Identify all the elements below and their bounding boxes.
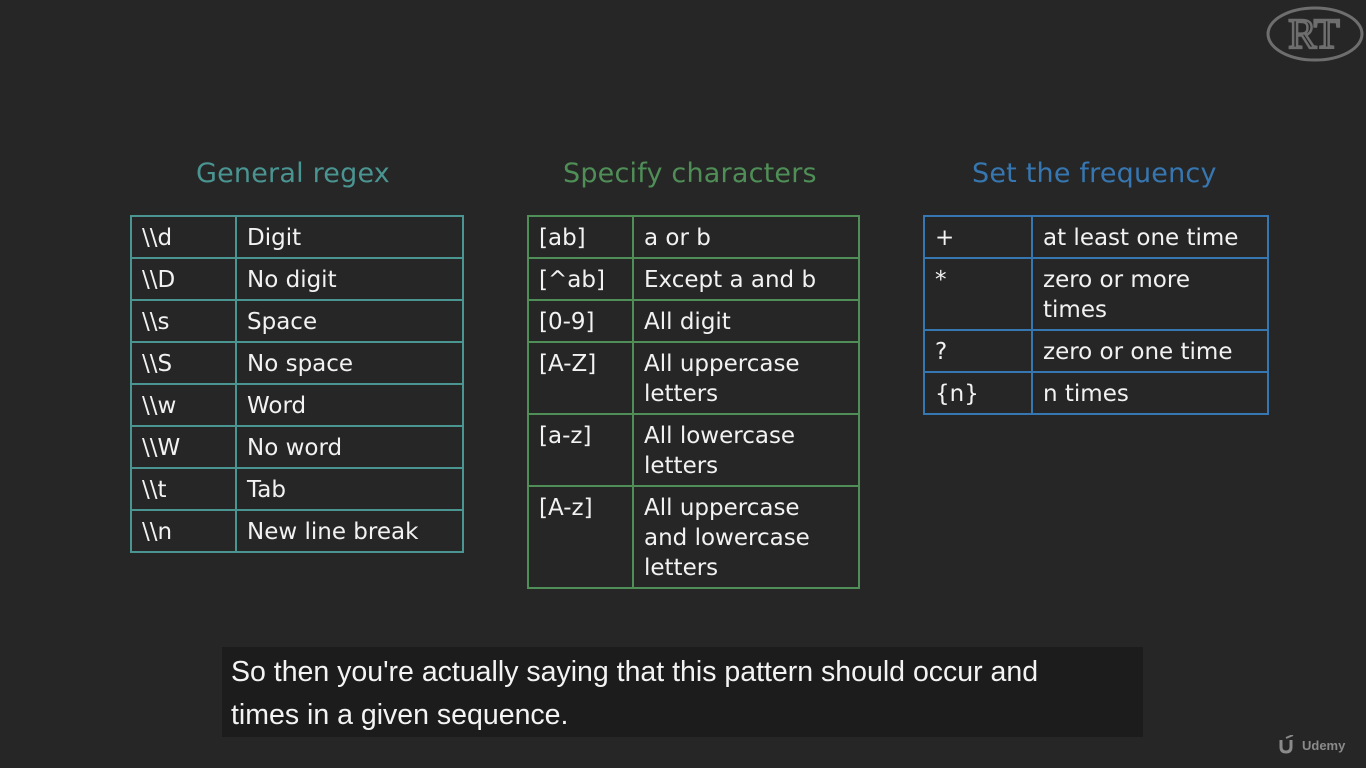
regex-token: \\S [130, 341, 237, 385]
table-row: \\D No digit [130, 257, 464, 301]
regex-token: \\n [130, 509, 237, 553]
regex-token: {n} [923, 371, 1033, 415]
regex-token: * [923, 257, 1033, 331]
table-row: \\n New line break [130, 509, 464, 553]
regex-token: \\D [130, 257, 237, 301]
regex-token: + [923, 215, 1033, 259]
regex-token: [A-Z] [527, 341, 634, 415]
specify-characters-table: [ab] a or b [^ab] Except a and b [0-9] All di… [527, 215, 860, 589]
regex-description: Space [235, 299, 464, 343]
table-row: + at least one time [923, 215, 1269, 259]
table-row: [a-z] All lowercase letters [527, 413, 860, 487]
regex-description: zero or more times [1031, 257, 1269, 331]
regex-description: All uppercase letters [632, 341, 860, 415]
table-row: [A-Z] All uppercase letters [527, 341, 860, 415]
regex-description: New line break [235, 509, 464, 553]
table-row: \\S No space [130, 341, 464, 385]
regex-token: [A-z] [527, 485, 634, 589]
regex-description: n times [1031, 371, 1269, 415]
set-frequency-title: Set the frequency [972, 158, 1217, 189]
udemy-logo-icon [1279, 735, 1294, 754]
regex-description: All lowercase letters [632, 413, 860, 487]
video-frame: RT General regex Specify characters Set … [0, 0, 1366, 768]
rt-logo-text: RT [1288, 12, 1339, 58]
table-row: \\s Space [130, 299, 464, 343]
regex-description: zero or one time [1031, 329, 1269, 373]
rt-logo-icon: RT [1266, 6, 1364, 62]
table-row: {n} n times [923, 371, 1269, 415]
table-row: [ab] a or b [527, 215, 860, 259]
regex-description: All digit [632, 299, 860, 343]
regex-token: ? [923, 329, 1033, 373]
regex-token: [0-9] [527, 299, 634, 343]
regex-description: No word [235, 425, 464, 469]
table-row: ? zero or one time [923, 329, 1269, 373]
regex-token: \\t [130, 467, 237, 511]
regex-token: \\s [130, 299, 237, 343]
subtitle-line-1: So then you're actually saying that this… [231, 656, 1039, 688]
regex-description: Word [235, 383, 464, 427]
table-row: \\W No word [130, 425, 464, 469]
regex-description: No digit [235, 257, 464, 301]
video-subtitle: So then you're actually saying that this… [222, 647, 1143, 737]
table-row: [^ab] Except a and b [527, 257, 860, 301]
specify-characters-title: Specify characters [563, 158, 817, 189]
subtitle-line-2: times in a given sequence. [231, 699, 569, 731]
general-regex-title: General regex [196, 158, 390, 189]
regex-description: at least one time [1031, 215, 1269, 259]
table-row: \\w Word [130, 383, 464, 427]
regex-description: Digit [235, 215, 464, 259]
table-row: \\d Digit [130, 215, 464, 259]
regex-description: No space [235, 341, 464, 385]
udemy-brand-text: Udemy [1302, 737, 1346, 753]
table-row: [A-z] All uppercase and lowercase letters [527, 485, 860, 589]
regex-token: [ab] [527, 215, 634, 259]
table-row: * zero or more times [923, 257, 1269, 331]
regex-description: Except a and b [632, 257, 860, 301]
regex-description: All uppercase and lowercase letters [632, 485, 860, 589]
set-frequency-table: + at least one time * zero or more times? ze… [923, 215, 1269, 415]
regex-token: [a-z] [527, 413, 634, 487]
regex-token: \\w [130, 383, 237, 427]
regex-description: a or b [632, 215, 860, 259]
regex-token: \\W [130, 425, 237, 469]
regex-description: Tab [235, 467, 464, 511]
udemy-watermark: Udemy [1278, 732, 1345, 758]
regex-token: \\d [130, 215, 237, 259]
general-regex-table: \\d Digit \\D No digit \\s Space \\S No space \\… [130, 215, 464, 553]
table-row: \\t Tab [130, 467, 464, 511]
regex-token: [^ab] [527, 257, 634, 301]
table-row: [0-9] All digit [527, 299, 860, 343]
